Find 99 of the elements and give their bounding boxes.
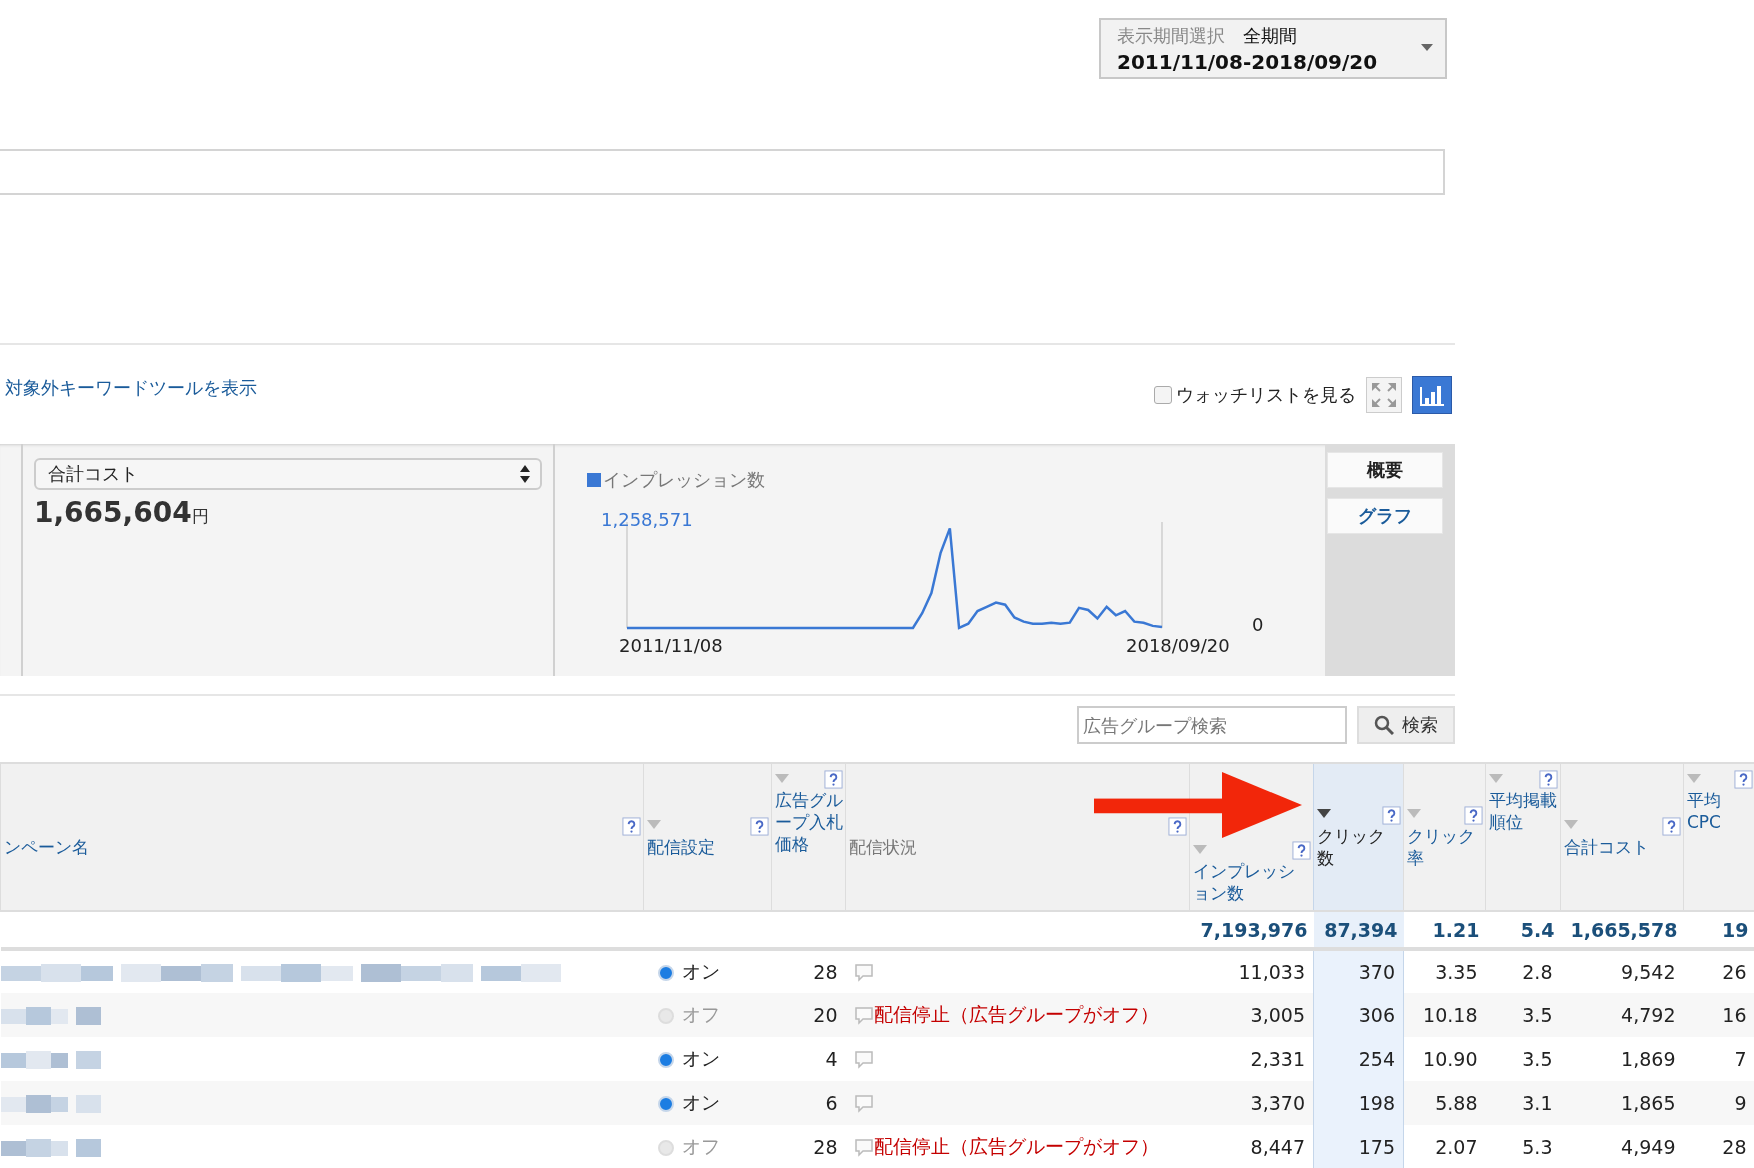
help-icon[interactable] bbox=[824, 770, 843, 789]
table-cell: 370 bbox=[1313, 949, 1404, 993]
column-label[interactable]: クリック数 bbox=[1317, 824, 1401, 869]
total-cell: 19 bbox=[1683, 911, 1754, 949]
search-button[interactable]: 検索 bbox=[1357, 706, 1455, 744]
help-icon[interactable] bbox=[1733, 770, 1753, 789]
dropdown-caret-icon[interactable] bbox=[1421, 44, 1433, 51]
setting-label: オフ bbox=[681, 1003, 720, 1025]
status-radio[interactable] bbox=[657, 1139, 674, 1156]
status-radio[interactable] bbox=[657, 1007, 674, 1024]
side-tab[interactable]: グラフ bbox=[1327, 498, 1443, 534]
total-cell: 87,394 bbox=[1313, 911, 1404, 949]
x-axis-label: 2011/11/08 bbox=[619, 635, 723, 654]
help-icon[interactable] bbox=[622, 816, 641, 836]
table-cell: 28 bbox=[771, 1125, 846, 1168]
period-value: 全期間 bbox=[1243, 23, 1297, 48]
search-icon bbox=[1374, 715, 1394, 735]
watchlist-label[interactable]: ウォッチリストを見る bbox=[1176, 382, 1356, 407]
setting-label: オン bbox=[681, 1047, 720, 1069]
y-axis-label: 0 bbox=[1252, 614, 1264, 635]
table-cell: 10.90 bbox=[1403, 1037, 1486, 1081]
metric-select[interactable]: 合計コスト bbox=[34, 458, 542, 490]
table-cell: 2,331 bbox=[1189, 1037, 1314, 1081]
side-tab[interactable]: 概要 bbox=[1327, 452, 1443, 488]
status-message: 配信停止（広告グループがオフ） bbox=[873, 1003, 1159, 1025]
help-icon[interactable] bbox=[1662, 816, 1681, 836]
help-icon[interactable] bbox=[1539, 770, 1558, 789]
column-label[interactable]: 配信設定 bbox=[647, 835, 769, 858]
currency-unit: 円 bbox=[191, 505, 209, 528]
table-cell: 20 bbox=[771, 993, 846, 1037]
total-cell: 1,665,578 bbox=[1560, 911, 1684, 949]
help-icon[interactable] bbox=[1464, 805, 1483, 825]
sort-icon[interactable] bbox=[1317, 809, 1331, 819]
total-cell: 1.21 bbox=[1403, 911, 1486, 949]
legend-swatch bbox=[587, 473, 601, 487]
total-cell: 7,193,976 bbox=[1189, 911, 1314, 949]
table-cell: 11,033 bbox=[1189, 949, 1314, 993]
status-radio[interactable] bbox=[657, 1095, 674, 1112]
table-cell: 16 bbox=[1683, 993, 1754, 1037]
column-label[interactable]: 合計コスト bbox=[1564, 835, 1681, 858]
watchlist-checkbox[interactable] bbox=[1154, 385, 1172, 404]
table-cell: 4,792 bbox=[1560, 993, 1684, 1037]
column-label[interactable]: ンペーン名 bbox=[4, 835, 641, 858]
expand-icon bbox=[1371, 381, 1397, 408]
updown-icon bbox=[520, 465, 530, 483]
x-axis-label: 2018/09/20 bbox=[1126, 635, 1230, 654]
table-cell: 306 bbox=[1313, 993, 1404, 1037]
column-label: 配信状況 bbox=[849, 835, 918, 858]
column-label[interactable]: 平均CPC bbox=[1687, 789, 1753, 833]
period-selector[interactable]: 表示期間選択 全期間 2011/11/08-2018/09/20 bbox=[1099, 18, 1447, 79]
table-cell: 1,869 bbox=[1560, 1037, 1684, 1081]
table-cell: 3.1 bbox=[1485, 1081, 1561, 1125]
y-axis-label: 1,258,571 bbox=[601, 509, 693, 530]
status-message: 配信停止（広告グループがオフ） bbox=[873, 1135, 1159, 1157]
table-cell: 3.35 bbox=[1403, 949, 1486, 993]
help-icon[interactable] bbox=[1168, 816, 1187, 836]
table-cell: 1,865 bbox=[1560, 1081, 1684, 1125]
help-icon[interactable] bbox=[750, 816, 769, 836]
total-cell: 5.4 bbox=[1485, 911, 1561, 949]
date-range: 2011/11/08-2018/09/20 bbox=[1117, 49, 1379, 74]
column-label[interactable]: 平均掲載順位 bbox=[1489, 789, 1558, 833]
status-radio[interactable] bbox=[657, 964, 674, 981]
table-cell: 198 bbox=[1313, 1081, 1404, 1125]
setting-label: オフ bbox=[681, 1135, 720, 1157]
table-cell: 254 bbox=[1313, 1037, 1404, 1081]
table-cell: 9,542 bbox=[1560, 949, 1684, 993]
table-cell: 5.88 bbox=[1403, 1081, 1486, 1125]
setting-label: オン bbox=[681, 1091, 720, 1113]
table-cell: 2.8 bbox=[1485, 949, 1561, 993]
table-cell: 3,370 bbox=[1189, 1081, 1314, 1125]
table-cell: 3.5 bbox=[1485, 993, 1561, 1037]
table-cell: 10.18 bbox=[1403, 993, 1486, 1037]
table-cell: 4,949 bbox=[1560, 1125, 1684, 1168]
table-cell: 8,447 bbox=[1189, 1125, 1314, 1168]
setting-label: オン bbox=[681, 960, 720, 982]
legend-label: インプレッション数 bbox=[603, 468, 765, 492]
table-cell: 28 bbox=[1683, 1125, 1754, 1168]
column-label[interactable]: 広告グループ入札価格 bbox=[775, 789, 843, 855]
table-cell: 26 bbox=[1683, 949, 1754, 993]
keyword-tool-link[interactable]: 対象外キーワードツールを表示 bbox=[5, 375, 257, 400]
table-cell: 3,005 bbox=[1189, 993, 1314, 1037]
table-cell: 2.07 bbox=[1403, 1125, 1486, 1168]
table-cell: 175 bbox=[1313, 1125, 1404, 1168]
help-icon[interactable] bbox=[1292, 841, 1311, 860]
table-cell: 6 bbox=[771, 1081, 846, 1125]
total-cost-value: 1,665,604 bbox=[34, 496, 192, 529]
table-cell: 4 bbox=[771, 1037, 846, 1081]
table-cell: 9 bbox=[1683, 1081, 1754, 1125]
period-label: 表示期間選択 bbox=[1117, 23, 1225, 48]
help-icon[interactable] bbox=[1382, 805, 1401, 825]
column-label[interactable]: インプレッション数 bbox=[1193, 860, 1311, 904]
table-cell: 7 bbox=[1683, 1037, 1754, 1081]
view-button[interactable] bbox=[1412, 375, 1452, 414]
table-cell: 28 bbox=[771, 949, 846, 993]
table-cell: 5.3 bbox=[1485, 1125, 1561, 1168]
search-field[interactable]: 広告グループ検索 bbox=[1077, 706, 1347, 744]
status-radio[interactable] bbox=[657, 1051, 674, 1068]
table-cell: 3.5 bbox=[1485, 1037, 1561, 1081]
column-label[interactable]: クリック率 bbox=[1407, 824, 1483, 869]
